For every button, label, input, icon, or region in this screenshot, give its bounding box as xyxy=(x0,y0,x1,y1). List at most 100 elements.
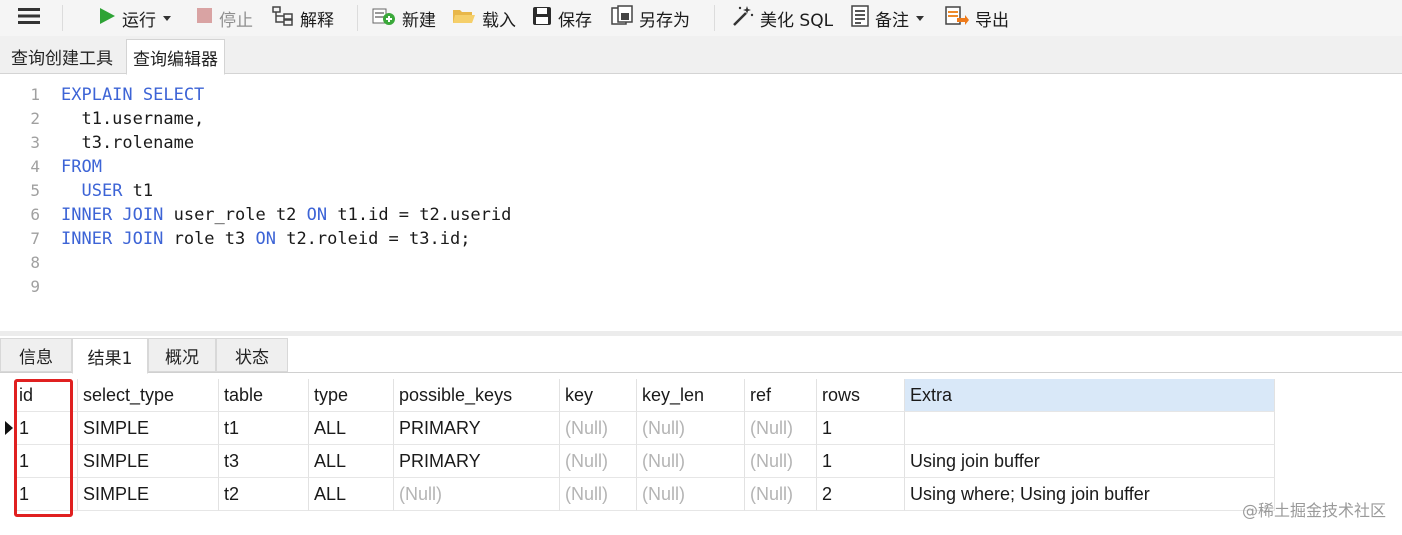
new-button[interactable]: 新建 xyxy=(372,0,436,36)
editor-line[interactable]: 6 INNER JOIN user_role t2 ON t1.id = t2.u… xyxy=(0,203,1402,227)
sql-editor[interactable]: 1 EXPLAIN SELECT 2 t1.username, 3 t3.rolena… xyxy=(0,75,1402,331)
table-cell-table[interactable]: t1 xyxy=(219,412,309,445)
column-header-select_type[interactable]: select_type xyxy=(78,379,219,412)
new-query-icon xyxy=(372,6,396,31)
column-header-extra[interactable]: Extra xyxy=(905,379,1275,412)
table-cell-possible_keys[interactable]: PRIMARY xyxy=(394,445,560,478)
table-cell-select_type[interactable]: SIMPLE xyxy=(78,412,219,445)
column-header-table[interactable]: table xyxy=(219,379,309,412)
table-cell-possible_keys[interactable]: PRIMARY xyxy=(394,412,560,445)
table-cell-key[interactable]: (Null) xyxy=(560,478,637,511)
save-as-icon xyxy=(611,4,633,32)
table-cell-key_len[interactable]: (Null) xyxy=(637,412,745,445)
table-cell-key_len[interactable]: (Null) xyxy=(637,478,745,511)
save-as-label: 另存为 xyxy=(639,10,690,31)
tab-info[interactable]: 信息 xyxy=(0,338,72,372)
column-header-key[interactable]: key xyxy=(560,379,637,412)
tab-profile[interactable]: 概况 xyxy=(148,338,216,372)
tab-result-1[interactable]: 结果1 xyxy=(72,338,148,374)
sql-keyword: ON xyxy=(306,205,328,225)
table-cell-rows[interactable]: 1 xyxy=(817,445,905,478)
table-cell-key[interactable]: (Null) xyxy=(560,412,637,445)
code-text[interactable]: EXPLAIN SELECT xyxy=(61,83,204,107)
column-header-type[interactable]: type xyxy=(309,379,394,412)
table-cell-rows[interactable]: 1 xyxy=(817,412,905,445)
notes-dropdown-icon[interactable] xyxy=(916,15,924,21)
table-cell-key[interactable]: (Null) xyxy=(560,445,637,478)
stop-button[interactable]: 停止 xyxy=(196,0,253,36)
toolbar-separator xyxy=(357,5,358,31)
column-header-rows[interactable]: rows xyxy=(817,379,905,412)
editor-line[interactable]: 8 xyxy=(0,251,1402,275)
tab-query-builder[interactable]: 查询创建工具 xyxy=(5,39,119,74)
column-header-possible_keys[interactable]: possible_keys xyxy=(394,379,560,412)
table-cell-ref[interactable]: (Null) xyxy=(745,478,817,511)
table-cell-extra[interactable]: Using where; Using join buffer xyxy=(905,478,1275,511)
editor-line[interactable]: 9 xyxy=(0,275,1402,299)
editor-line[interactable]: 1 EXPLAIN SELECT xyxy=(0,83,1402,107)
column-header-key_len[interactable]: key_len xyxy=(637,379,745,412)
line-number: 9 xyxy=(30,277,40,296)
table-cell-rows[interactable]: 2 xyxy=(817,478,905,511)
table-cell-select_type[interactable]: SIMPLE xyxy=(78,478,219,511)
new-label: 新建 xyxy=(402,10,436,31)
play-icon xyxy=(98,7,116,30)
table-cell-type[interactable]: ALL xyxy=(309,478,394,511)
line-number: 8 xyxy=(30,253,40,272)
editor-line[interactable]: 3 t3.rolename xyxy=(0,131,1402,155)
sql-keyword: INNER JOIN xyxy=(61,205,164,225)
table-cell-type[interactable]: ALL xyxy=(309,445,394,478)
table-cell-extra[interactable]: Using join buffer xyxy=(905,445,1275,478)
beautify-sql-button[interactable]: 美化 SQL xyxy=(730,0,833,36)
hamburger-menu-icon xyxy=(18,7,40,30)
line-number: 4 xyxy=(30,157,40,176)
editor-line[interactable]: 4 FROM xyxy=(0,155,1402,179)
notes-label: 备注 xyxy=(875,10,909,31)
column-header-ref[interactable]: ref xyxy=(745,379,817,412)
tab-query-editor[interactable]: 查询编辑器 xyxy=(126,39,225,75)
sql-keyword: ON xyxy=(255,229,276,249)
run-button[interactable]: 运行 xyxy=(98,0,171,36)
load-button[interactable]: 载入 xyxy=(452,0,516,36)
code-text[interactable]: FROM xyxy=(61,155,102,179)
toolbar-separator xyxy=(62,5,63,31)
stop-icon xyxy=(196,7,213,29)
export-button[interactable]: 导出 xyxy=(945,0,1009,36)
table-cell-ref[interactable]: (Null) xyxy=(745,445,817,478)
line-number: 1 xyxy=(30,85,40,104)
sql-text: t2.roleid = t3.id; xyxy=(275,229,471,249)
sql-keyword: EXPLAIN SELECT xyxy=(61,85,205,105)
save-as-button[interactable]: 另存为 xyxy=(611,0,690,36)
result-grid[interactable]: id select_type table type possible_keys key ke… xyxy=(0,379,1402,535)
table-cell-extra[interactable] xyxy=(905,412,1275,445)
main-menu-button[interactable] xyxy=(18,0,46,36)
table-cell-select_type[interactable]: SIMPLE xyxy=(78,445,219,478)
code-text[interactable]: t3.rolename xyxy=(61,131,194,155)
run-dropdown-icon[interactable] xyxy=(163,15,171,21)
code-text[interactable]: INNER JOIN role t3 ON t2.roleid = t3.id; xyxy=(61,227,470,251)
toolbar-separator xyxy=(714,5,715,31)
notes-button[interactable]: 备注 xyxy=(851,0,924,36)
save-button[interactable]: 保存 xyxy=(532,0,592,36)
notes-icon xyxy=(851,4,869,32)
editor-line[interactable]: 7 INNER JOIN role t3 ON t2.roleid = t3.id… xyxy=(0,227,1402,251)
line-number: 7 xyxy=(30,229,40,248)
sql-text: t3.rolename xyxy=(61,133,195,153)
editor-line[interactable]: 2 t1.username, xyxy=(0,107,1402,131)
save-label: 保存 xyxy=(558,10,592,31)
line-number: 2 xyxy=(30,109,40,128)
sql-text: user_role t2 xyxy=(163,205,307,225)
table-cell-table[interactable]: t2 xyxy=(219,478,309,511)
table-cell-possible_keys[interactable]: (Null) xyxy=(394,478,560,511)
code-text[interactable]: INNER JOIN user_role t2 ON t1.id = t2.us… xyxy=(61,203,511,227)
table-cell-key_len[interactable]: (Null) xyxy=(637,445,745,478)
table-cell-ref[interactable]: (Null) xyxy=(745,412,817,445)
table-cell-type[interactable]: ALL xyxy=(309,412,394,445)
code-text[interactable]: t1.username, xyxy=(61,107,204,131)
tab-status[interactable]: 状态 xyxy=(216,338,288,372)
explain-button[interactable]: 解释 xyxy=(272,0,334,36)
table-cell-table[interactable]: t3 xyxy=(219,445,309,478)
code-text[interactable]: USER t1 xyxy=(61,179,153,203)
editor-line[interactable]: 5 USER t1 xyxy=(0,179,1402,203)
